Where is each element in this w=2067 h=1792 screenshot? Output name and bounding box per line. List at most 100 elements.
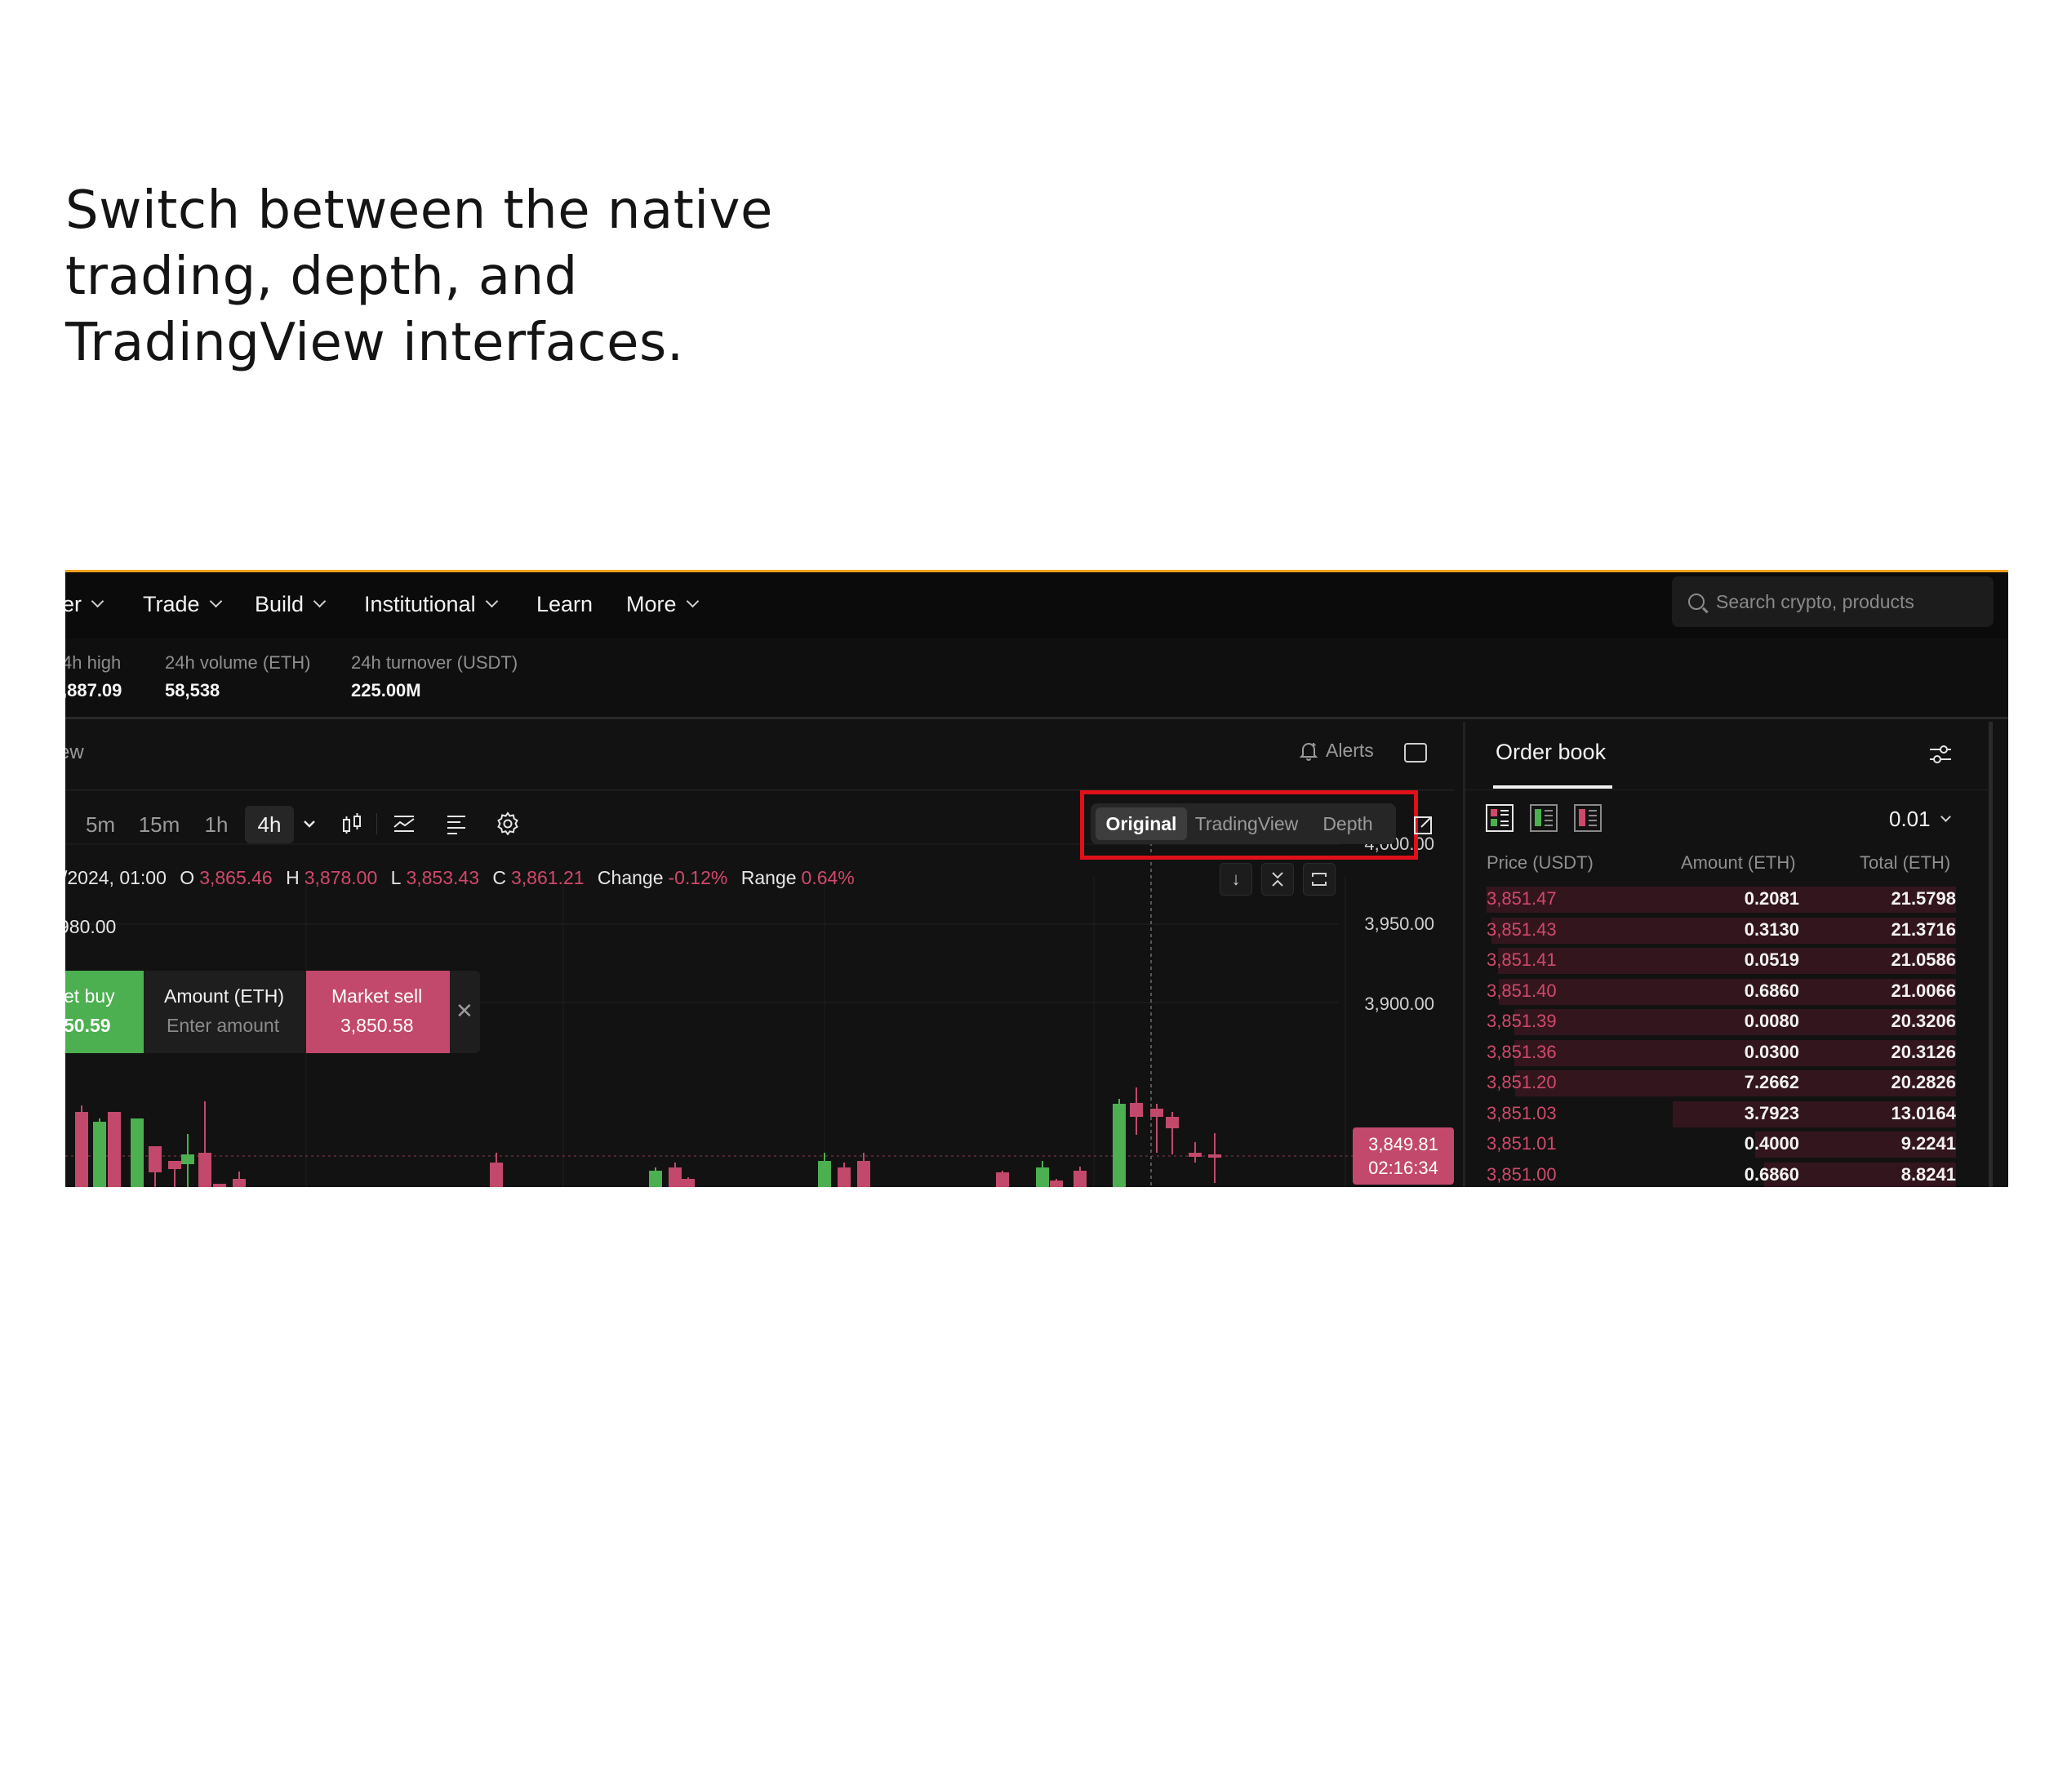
- headline-line-2: trading, depth, and: [65, 247, 578, 307]
- ohlc-high-label: H: [286, 867, 300, 888]
- ask-row[interactable]: 3,851.36 0.0300 20.3126: [1487, 1038, 1956, 1068]
- ohlc-change-label: Change: [597, 867, 664, 888]
- sliders-icon[interactable]: [1927, 741, 1954, 767]
- ask-row[interactable]: 3,851.47 0.2081 21.5798: [1487, 885, 1956, 914]
- ask-row[interactable]: 3,851.43 0.3130 21.3716: [1487, 916, 1956, 945]
- order-book-tab-underline: [1493, 785, 1612, 789]
- ask-amount: 0.0080: [1744, 1011, 1799, 1031]
- layout-asks-icon[interactable]: [1573, 803, 1602, 833]
- ohlc-open: 3,865.46: [199, 867, 273, 888]
- ask-price: 3,851.43: [1487, 918, 1557, 940]
- candle-body: [1189, 1153, 1202, 1157]
- header-amount: Amount (ETH): [1681, 852, 1796, 873]
- timeframe-4h[interactable]: 4h: [245, 806, 294, 843]
- ask-row[interactable]: 3,851.00 0.6860 8.8241: [1487, 1161, 1956, 1187]
- chart-panel-title: ew: [65, 741, 84, 763]
- layout-both-icon[interactable]: [1485, 803, 1514, 833]
- ask-row[interactable]: 3,851.20 7.2662 20.2826: [1487, 1069, 1956, 1098]
- candle-body: [649, 1171, 662, 1187]
- search-input[interactable]: [1716, 590, 1977, 613]
- market-buy-button[interactable]: et buy 50.59: [65, 971, 144, 1053]
- market-buy-price: 50.59: [65, 1015, 111, 1036]
- scroll-down-button[interactable]: ↓: [1220, 863, 1252, 896]
- candle-body: [168, 1161, 181, 1169]
- ask-row[interactable]: 3,851.40 0.6860 21.0066: [1487, 977, 1956, 1007]
- candle-body: [857, 1161, 870, 1187]
- candle-body: [1208, 1154, 1221, 1158]
- ohlc-low: 3,853.43: [406, 867, 479, 888]
- candle-type-icon[interactable]: [338, 810, 366, 838]
- ticker-stats-bar: 4h high ,887.09 24h volume (ETH) 58,538 …: [65, 638, 2008, 719]
- nav-item-build[interactable]: Build: [255, 584, 327, 625]
- chevron-down-icon: [1940, 811, 1951, 822]
- depth-bar: [1497, 948, 1956, 974]
- candle-body: [838, 1167, 851, 1187]
- ask-row[interactable]: 3,851.39 0.0080 20.3206: [1487, 1007, 1956, 1037]
- ask-price: 3,851.47: [1487, 888, 1557, 909]
- reset-icon: [1312, 873, 1327, 886]
- nav-item-trade[interactable]: Trade: [143, 584, 222, 625]
- chevron-down-icon: [485, 594, 498, 608]
- search-icon: [1688, 594, 1705, 610]
- nav-item-more[interactable]: More: [626, 584, 699, 625]
- market-buy-label: et buy: [65, 985, 115, 1007]
- current-price: 3,849.81: [1368, 1134, 1438, 1154]
- ask-amount: 0.6860: [1744, 980, 1799, 1001]
- nav-item-learn[interactable]: Learn: [536, 584, 593, 625]
- candle-body: [818, 1161, 831, 1187]
- order-book-tab[interactable]: Order book: [1496, 740, 1606, 765]
- ask-total: 21.0586: [1891, 949, 1956, 970]
- candle-body: [149, 1146, 162, 1172]
- ohlc-close-label: C: [492, 867, 506, 888]
- price-step-select[interactable]: 0.01: [1889, 807, 1951, 832]
- ohlc-range-label: Range: [740, 867, 797, 888]
- ask-total: 21.5798: [1891, 888, 1956, 909]
- amount-input[interactable]: Enter amount: [167, 1015, 279, 1037]
- toolbar-separator: [376, 813, 377, 834]
- candle-body: [75, 1112, 88, 1187]
- collapse-button[interactable]: [1261, 863, 1294, 896]
- market-sell-button[interactable]: Market sell 3,850.58: [306, 971, 450, 1053]
- ask-amount: 7.2662: [1744, 1072, 1799, 1092]
- timeframe-dropdown-chevron-icon[interactable]: [296, 810, 323, 838]
- candle-body: [1050, 1181, 1063, 1187]
- timeframe-1h[interactable]: 1h: [196, 806, 237, 843]
- nav-item-partial[interactable]: er: [65, 584, 104, 625]
- ask-amount: 0.3130: [1744, 918, 1799, 940]
- fullscreen-square-icon[interactable]: [1404, 743, 1427, 763]
- gear-icon[interactable]: [494, 810, 522, 838]
- timeframe-5m[interactable]: 5m: [78, 806, 123, 843]
- reset-view-button[interactable]: [1303, 863, 1336, 896]
- headline-line-1: Switch between the native: [65, 180, 773, 241]
- depth-bar: [1491, 917, 1956, 944]
- drawing-tools-icon[interactable]: [442, 810, 470, 838]
- market-sell-price: 3,850.58: [340, 1015, 414, 1036]
- close-icon[interactable]: ✕: [456, 998, 473, 1024]
- ohlc-low-label: L: [390, 867, 402, 888]
- alerts-button[interactable]: Alerts: [1300, 740, 1374, 762]
- ask-row[interactable]: 3,851.03 3.7923 13.0164: [1487, 1100, 1956, 1129]
- nav-item-institutional[interactable]: Institutional: [364, 584, 498, 625]
- y-axis-tick-label: 3,950.00: [1364, 914, 1434, 934]
- candle-body: [233, 1179, 246, 1187]
- ask-row[interactable]: 3,851.41 0.0519 21.0586: [1487, 946, 1956, 976]
- order-book-scrollbar[interactable]: [1989, 722, 1993, 1187]
- ask-amount: 3.7923: [1744, 1102, 1799, 1123]
- ask-row[interactable]: 3,851.01 0.4000 9.2241: [1487, 1130, 1956, 1159]
- ask-total: 20.2826: [1891, 1072, 1956, 1092]
- ohlc-close: 3,861.21: [511, 867, 585, 888]
- layout-bids-icon[interactable]: [1529, 803, 1558, 833]
- ohlc-high: 3,878.00: [304, 867, 378, 888]
- indicators-icon[interactable]: [390, 810, 418, 838]
- search-box[interactable]: [1672, 576, 1994, 627]
- headline: Switch between the native trading, depth…: [65, 178, 882, 376]
- timeframe-15m[interactable]: 15m: [134, 806, 184, 843]
- popout-icon[interactable]: [1412, 813, 1435, 836]
- ohlc-open-label: O: [180, 867, 195, 888]
- chevron-down-icon: [209, 594, 222, 608]
- ask-price: 3,851.00: [1487, 1163, 1557, 1185]
- depth-bar: [1487, 887, 1956, 913]
- ask-amount: 0.0519: [1744, 949, 1799, 970]
- candle-body: [1150, 1109, 1163, 1117]
- ask-amount: 0.6860: [1744, 1163, 1799, 1185]
